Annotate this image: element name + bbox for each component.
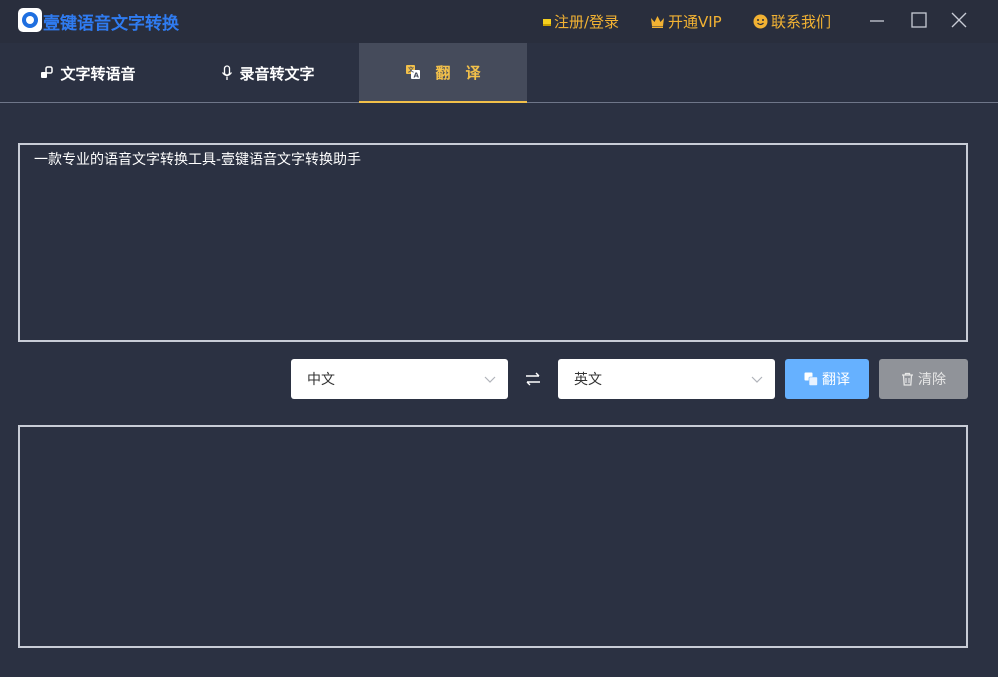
vip-link[interactable]: 开通VIP: [650, 11, 722, 32]
tab-text-to-speech[interactable]: 文字转语音: [0, 43, 176, 103]
title-bar: 壹键语音文字转换 注册/登录 开通VIP 联系我们: [0, 0, 998, 43]
source-text-input[interactable]: 一款专业的语音文字转换工具-壹键语音文字转换助手: [18, 143, 968, 342]
chevron-down-icon: [484, 373, 496, 389]
tab-label: 录音转文字: [239, 64, 315, 83]
microphone-icon: [221, 65, 233, 81]
vip-label: 开通VIP: [668, 13, 722, 31]
trash-icon: [901, 372, 914, 386]
clear-button[interactable]: 清除: [879, 359, 968, 399]
tab-translate[interactable]: 文A 翻 译: [359, 43, 527, 103]
tab-label: 文字转语音: [60, 64, 136, 83]
result-text-output[interactable]: [18, 425, 968, 648]
maximize-button[interactable]: [909, 10, 929, 30]
app-logo-icon: [18, 8, 42, 32]
register-login-link[interactable]: 注册/登录: [543, 11, 619, 32]
swap-arrows-icon: [526, 372, 540, 386]
chevron-down-icon: [751, 373, 763, 389]
translate-button[interactable]: 翻译: [785, 359, 869, 399]
maximize-icon: [911, 12, 927, 28]
translate-icon: [804, 372, 818, 386]
source-language-select[interactable]: 中文: [291, 359, 508, 399]
close-button[interactable]: [949, 10, 969, 30]
tab-speech-to-text[interactable]: 录音转文字: [183, 43, 353, 103]
app-title: 壹键语音文字转换: [43, 14, 179, 34]
swap-languages-button[interactable]: [523, 369, 543, 389]
minimize-button[interactable]: [867, 10, 887, 30]
minimize-icon: [870, 20, 884, 22]
tab-label: 翻 译: [435, 63, 481, 82]
translate-icon: 文A: [405, 64, 421, 80]
tab-bar: 文字转语音 录音转文字 文A 翻 译: [0, 43, 998, 103]
translate-button-label: 翻译: [822, 372, 850, 388]
source-language-value: 中文: [307, 372, 335, 388]
contact-link[interactable]: 联系我们: [753, 11, 831, 32]
user-card-icon: [543, 19, 551, 26]
target-language-select[interactable]: 英文: [558, 359, 775, 399]
register-login-label: 注册/登录: [554, 13, 620, 31]
crown-icon: [650, 15, 665, 28]
target-language-value: 英文: [574, 372, 602, 388]
chat-smile-icon: [753, 14, 768, 29]
contact-label: 联系我们: [771, 13, 832, 31]
close-icon: [951, 12, 967, 28]
clear-button-label: 清除: [918, 372, 946, 388]
svg-text:A: A: [414, 72, 420, 80]
shapes-icon: [40, 66, 54, 80]
